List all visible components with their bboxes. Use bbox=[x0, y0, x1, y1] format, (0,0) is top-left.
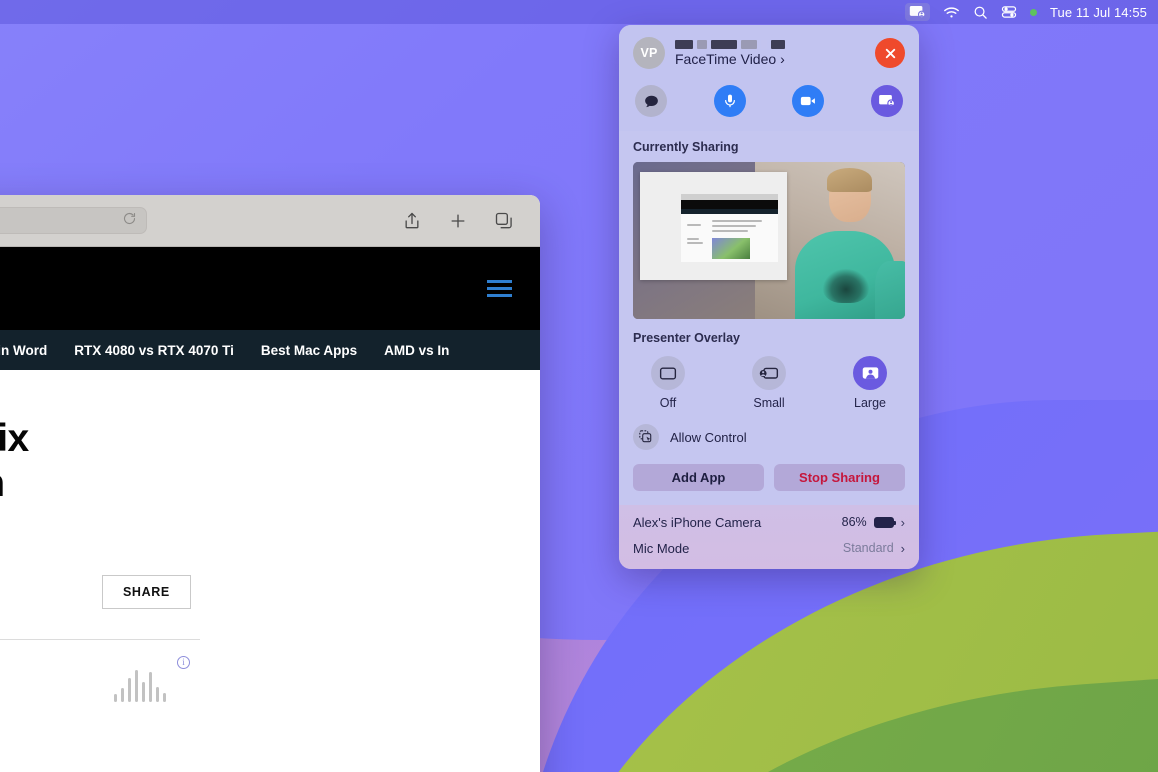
mic-mode-label: Mic Mode bbox=[633, 540, 690, 556]
call-type[interactable]: FaceTime Video › bbox=[675, 51, 785, 67]
facetime-panel-body: Currently Sharing Presenter Overlay Off … bbox=[619, 131, 919, 505]
facetime-panel-header: VP FaceTime Video › bbox=[619, 25, 919, 131]
chevron-right-icon: › bbox=[900, 540, 905, 556]
facetime-action-buttons: Add App Stop Sharing bbox=[633, 464, 905, 491]
wallpaper-green-shape-2 bbox=[544, 659, 1158, 772]
tab-overview-icon[interactable] bbox=[494, 211, 514, 231]
stop-sharing-button[interactable]: Stop Sharing bbox=[774, 464, 905, 491]
close-button[interactable] bbox=[875, 38, 905, 68]
plus-icon[interactable] bbox=[448, 211, 468, 231]
contact-name-redacted bbox=[675, 39, 785, 49]
mic-mode-value: Standard bbox=[842, 541, 894, 555]
allow-control-row[interactable]: Allow Control bbox=[633, 424, 905, 450]
iphone-camera-label: Alex's iPhone Camera bbox=[633, 514, 762, 530]
menu-bar: Tue 11 Jul 14:55 bbox=[0, 0, 1158, 24]
safari-window: te a page in Word RTX 4080 vs RTX 4070 T… bbox=[0, 195, 540, 772]
overlay-option-off-label: Off bbox=[659, 396, 677, 410]
currently-sharing-label: Currently Sharing bbox=[633, 140, 739, 154]
article-divider bbox=[0, 639, 200, 641]
overlay-option-small-label: Small bbox=[753, 396, 785, 410]
mic-mode-row[interactable]: Mic Mode Standard › bbox=[633, 535, 905, 561]
screen-share-icon[interactable] bbox=[905, 3, 930, 21]
nav-link-word[interactable]: te a page in Word bbox=[0, 343, 47, 358]
share-button-wrapper: SHARE bbox=[0, 575, 540, 610]
call-identity: VP FaceTime Video › bbox=[633, 37, 905, 69]
site-header bbox=[0, 247, 540, 330]
call-controls bbox=[633, 85, 905, 117]
nav-link-amd[interactable]: AMD vs In bbox=[384, 343, 449, 358]
avatar: VP bbox=[633, 37, 665, 69]
battery-icon bbox=[873, 516, 897, 528]
share-icon[interactable] bbox=[402, 211, 422, 231]
address-bar[interactable] bbox=[0, 207, 147, 234]
overlay-option-large-label: Large bbox=[854, 396, 886, 410]
call-type-label: FaceTime Video bbox=[675, 50, 777, 67]
wifi-icon[interactable] bbox=[943, 6, 960, 19]
overlay-small-icon bbox=[752, 356, 786, 390]
video-button[interactable] bbox=[792, 85, 825, 117]
overlay-option-large[interactable]: Large bbox=[853, 356, 887, 410]
overlay-option-small[interactable]: Small bbox=[752, 356, 786, 410]
chat-button[interactable] bbox=[635, 85, 667, 117]
iphone-camera-row[interactable]: Alex's iPhone Camera 86% › bbox=[633, 509, 905, 535]
add-app-button[interactable]: Add App bbox=[633, 464, 764, 491]
battery-percentage: 86% bbox=[841, 515, 867, 529]
facetime-screen-share-panel: VP FaceTime Video › Currently Sharing Pr… bbox=[619, 25, 919, 569]
overlay-large-icon bbox=[853, 356, 887, 390]
search-icon[interactable] bbox=[973, 5, 988, 20]
menu-bar-clock[interactable]: Tue 11 Jul 14:55 bbox=[1050, 5, 1147, 20]
overlay-off-icon bbox=[651, 356, 685, 390]
chevron-right-icon: › bbox=[900, 514, 905, 530]
audio-waveform-icon: i bbox=[110, 656, 190, 703]
facetime-panel-footer: Alex's iPhone Camera 86% › Mic Mode Stan… bbox=[619, 505, 919, 569]
article-headline: uld fix even bbox=[0, 417, 29, 505]
share-button[interactable]: SHARE bbox=[102, 575, 191, 610]
allow-control-cursor-icon bbox=[633, 424, 659, 450]
site-nav: te a page in Word RTX 4080 vs RTX 4070 T… bbox=[0, 330, 540, 370]
reload-icon[interactable] bbox=[122, 211, 137, 231]
presenter-overlay-label: Presenter Overlay bbox=[633, 331, 741, 345]
mic-button[interactable] bbox=[713, 85, 746, 117]
safari-toolbar bbox=[0, 195, 540, 247]
info-badge-icon[interactable]: i bbox=[177, 656, 190, 670]
desktop: te a page in Word RTX 4080 vs RTX 4070 T… bbox=[0, 0, 1158, 772]
hamburger-menu-icon[interactable] bbox=[487, 280, 512, 297]
overlay-option-off[interactable]: Off bbox=[651, 356, 685, 410]
control-center-icon[interactable] bbox=[1001, 5, 1017, 19]
presenter-overlay-options: Off Small Large bbox=[633, 353, 905, 410]
nav-link-rtx[interactable]: RTX 4080 vs RTX 4070 Ti bbox=[74, 343, 234, 358]
nav-link-mac-apps[interactable]: Best Mac Apps bbox=[261, 343, 357, 358]
allow-control-label: Allow Control bbox=[670, 429, 747, 445]
green-status-dot bbox=[1030, 8, 1037, 16]
article-body: uld fix even SHARE i bbox=[0, 370, 540, 772]
screen-share-button[interactable] bbox=[870, 85, 903, 117]
chevron-right-icon: › bbox=[780, 50, 785, 67]
call-names: FaceTime Video › bbox=[675, 39, 785, 67]
shared-screen-preview[interactable] bbox=[633, 162, 905, 319]
